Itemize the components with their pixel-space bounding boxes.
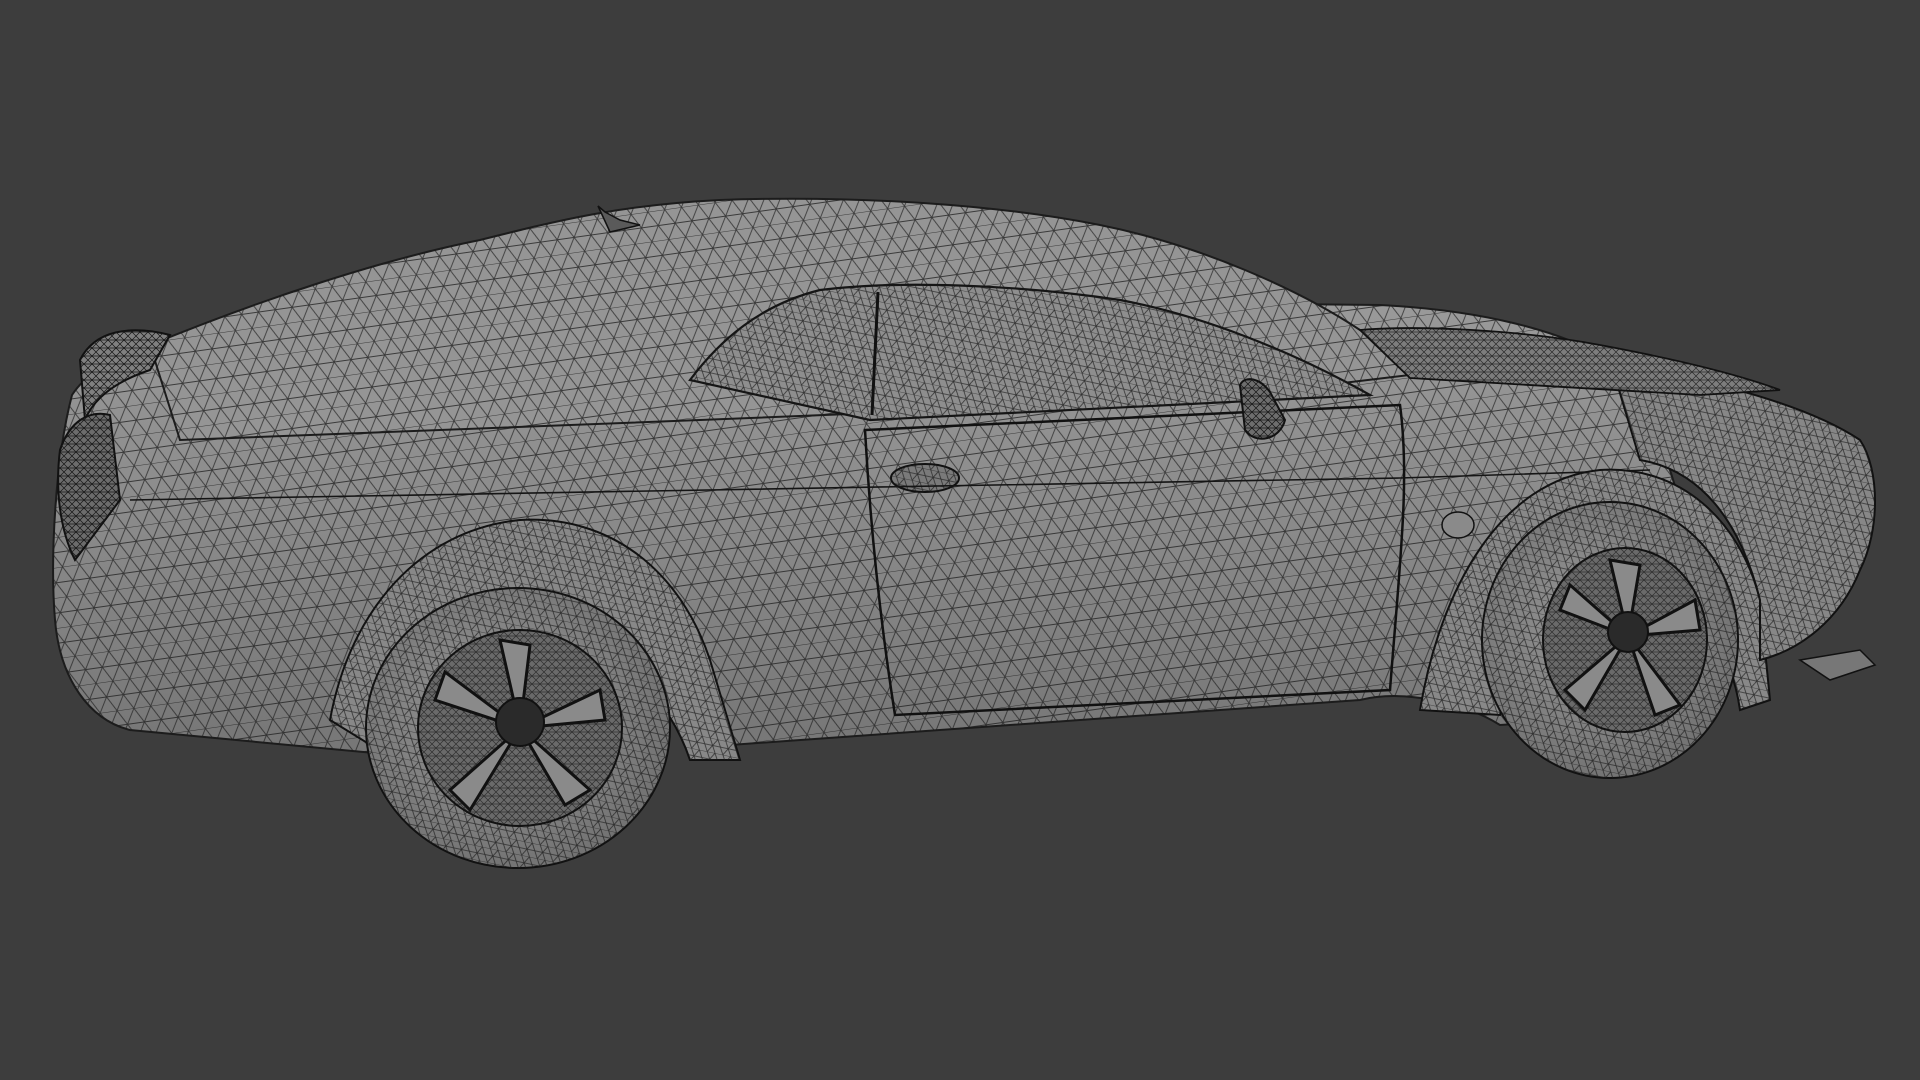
front-wheel[interactable] (1481, 501, 1739, 779)
rear-hub (495, 697, 545, 747)
fuel-cap (1441, 511, 1475, 539)
front-splitter (1798, 649, 1877, 681)
front-hub (1607, 611, 1649, 653)
viewport-canvas[interactable] (0, 0, 1920, 1080)
rear-wheel[interactable] (365, 587, 671, 869)
3d-viewport[interactable] (0, 0, 1920, 1080)
